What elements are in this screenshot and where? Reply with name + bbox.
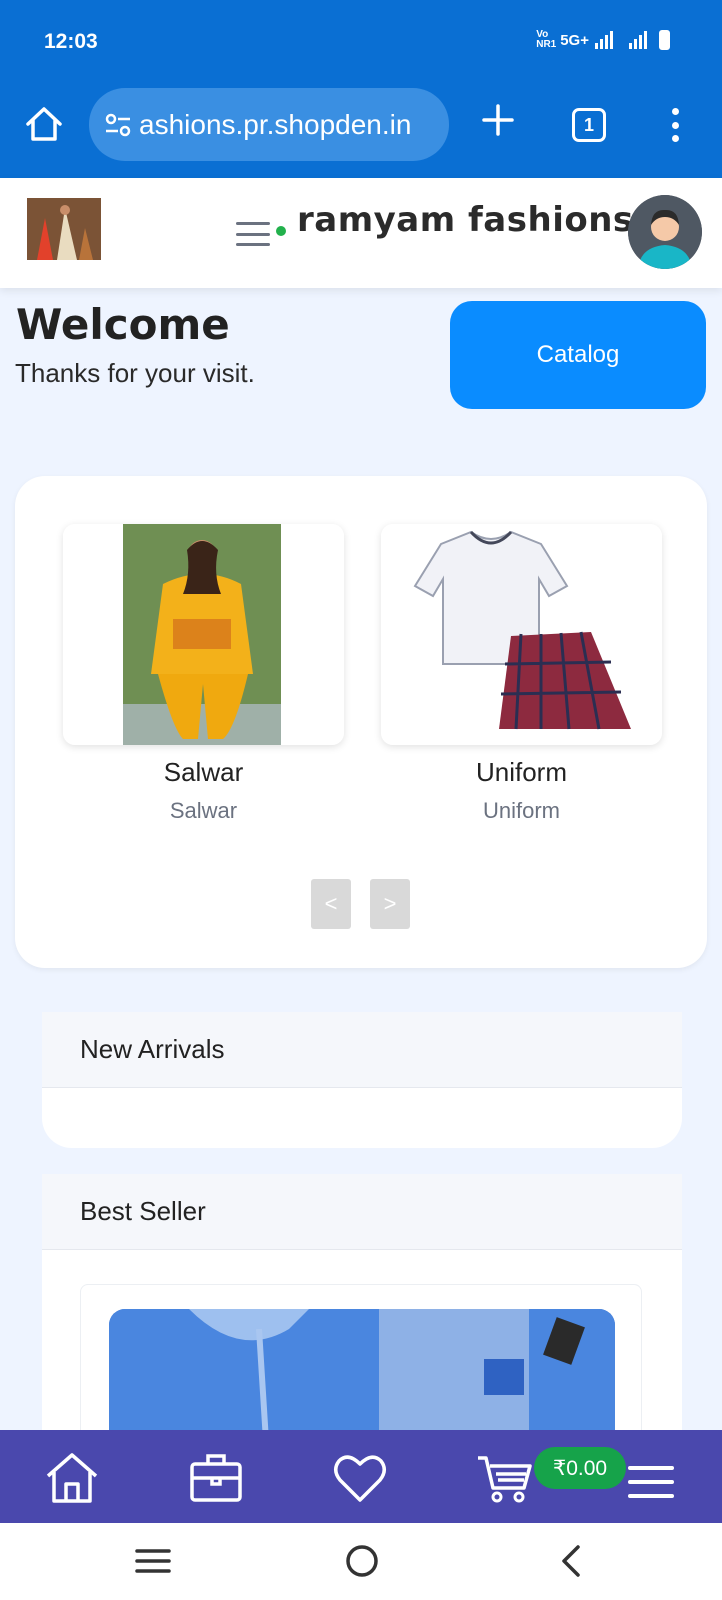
menu-icon[interactable] bbox=[628, 1466, 674, 1498]
section-heading: Best Seller bbox=[42, 1174, 682, 1250]
back-icon[interactable] bbox=[552, 1541, 592, 1581]
home-circle-icon[interactable] bbox=[342, 1541, 382, 1581]
status-icons: Vo NR1 5G+ bbox=[536, 30, 670, 50]
user-avatar[interactable] bbox=[628, 195, 702, 269]
welcome-subtitle: Thanks for your visit. bbox=[15, 358, 255, 388]
category-image[interactable] bbox=[381, 524, 662, 745]
url-text[interactable]: ashions.pr.shopden.in bbox=[139, 109, 411, 141]
carousel-next-button[interactable]: > bbox=[370, 879, 410, 929]
tab-switcher-button[interactable]: 1 bbox=[572, 108, 606, 142]
best-seller-section: Best Seller bbox=[42, 1174, 682, 1434]
new-tab-icon[interactable] bbox=[478, 100, 518, 140]
category-subtitle: Uniform bbox=[482, 798, 560, 823]
uniform-shirt-image bbox=[109, 1309, 615, 1434]
network-type: 5G+ bbox=[560, 31, 589, 49]
category-subtitle: Salwar bbox=[169, 798, 238, 823]
section-heading: New Arrivals bbox=[42, 1012, 682, 1088]
uniform-image bbox=[381, 524, 662, 745]
carousel-prev-button[interactable]: < bbox=[311, 879, 351, 929]
category-card[interactable]: Salwar Salwar bbox=[63, 524, 344, 824]
brand-name[interactable]: ramyam fashions bbox=[297, 200, 634, 240]
home-icon[interactable] bbox=[24, 104, 64, 144]
category-title[interactable]: Uniform bbox=[381, 757, 662, 788]
cart-icon[interactable] bbox=[476, 1450, 532, 1506]
bottom-nav: ₹0.00 bbox=[0, 1430, 722, 1523]
online-status-dot bbox=[276, 226, 286, 236]
cart-total-badge[interactable]: ₹0.00 bbox=[534, 1447, 626, 1489]
heart-icon[interactable] bbox=[332, 1450, 388, 1506]
category-card[interactable]: Uniform Uniform bbox=[381, 524, 662, 824]
browser-menu-icon[interactable] bbox=[668, 108, 682, 142]
store-logo[interactable] bbox=[27, 198, 101, 260]
status-time: 12:03 bbox=[44, 30, 98, 53]
category-title[interactable]: Salwar bbox=[63, 757, 344, 788]
site-menu-icon[interactable] bbox=[236, 222, 270, 246]
site-header: ramyam fashions bbox=[0, 178, 722, 288]
recent-apps-icon[interactable] bbox=[133, 1541, 173, 1581]
product-card[interactable] bbox=[80, 1284, 642, 1434]
home-icon[interactable] bbox=[44, 1450, 100, 1506]
battery-icon bbox=[659, 30, 670, 50]
browser-chrome: 12:03 Vo NR1 5G+ ashions.pr.shopden.in 1 bbox=[0, 0, 722, 178]
briefcase-icon[interactable] bbox=[188, 1450, 244, 1506]
salwar-image bbox=[63, 524, 344, 745]
url-bar[interactable]: ashions.pr.shopden.in bbox=[89, 88, 449, 161]
new-arrivals-section: New Arrivals bbox=[42, 1012, 682, 1148]
site-settings-icon[interactable] bbox=[103, 110, 133, 140]
category-image[interactable] bbox=[63, 524, 344, 745]
category-carousel: Salwar Salwar Uniform Uniform < > bbox=[15, 476, 707, 968]
signal-icon-2 bbox=[629, 31, 647, 49]
avatar-icon bbox=[628, 195, 702, 269]
product-image[interactable] bbox=[109, 1309, 615, 1434]
welcome-title: Welcome bbox=[16, 300, 230, 349]
signal-icon bbox=[595, 31, 613, 49]
volte-indicator: Vo NR1 bbox=[536, 29, 557, 50]
logo-image bbox=[27, 198, 101, 260]
catalog-button[interactable]: Catalog bbox=[450, 301, 706, 409]
system-nav-bar bbox=[0, 1523, 722, 1600]
